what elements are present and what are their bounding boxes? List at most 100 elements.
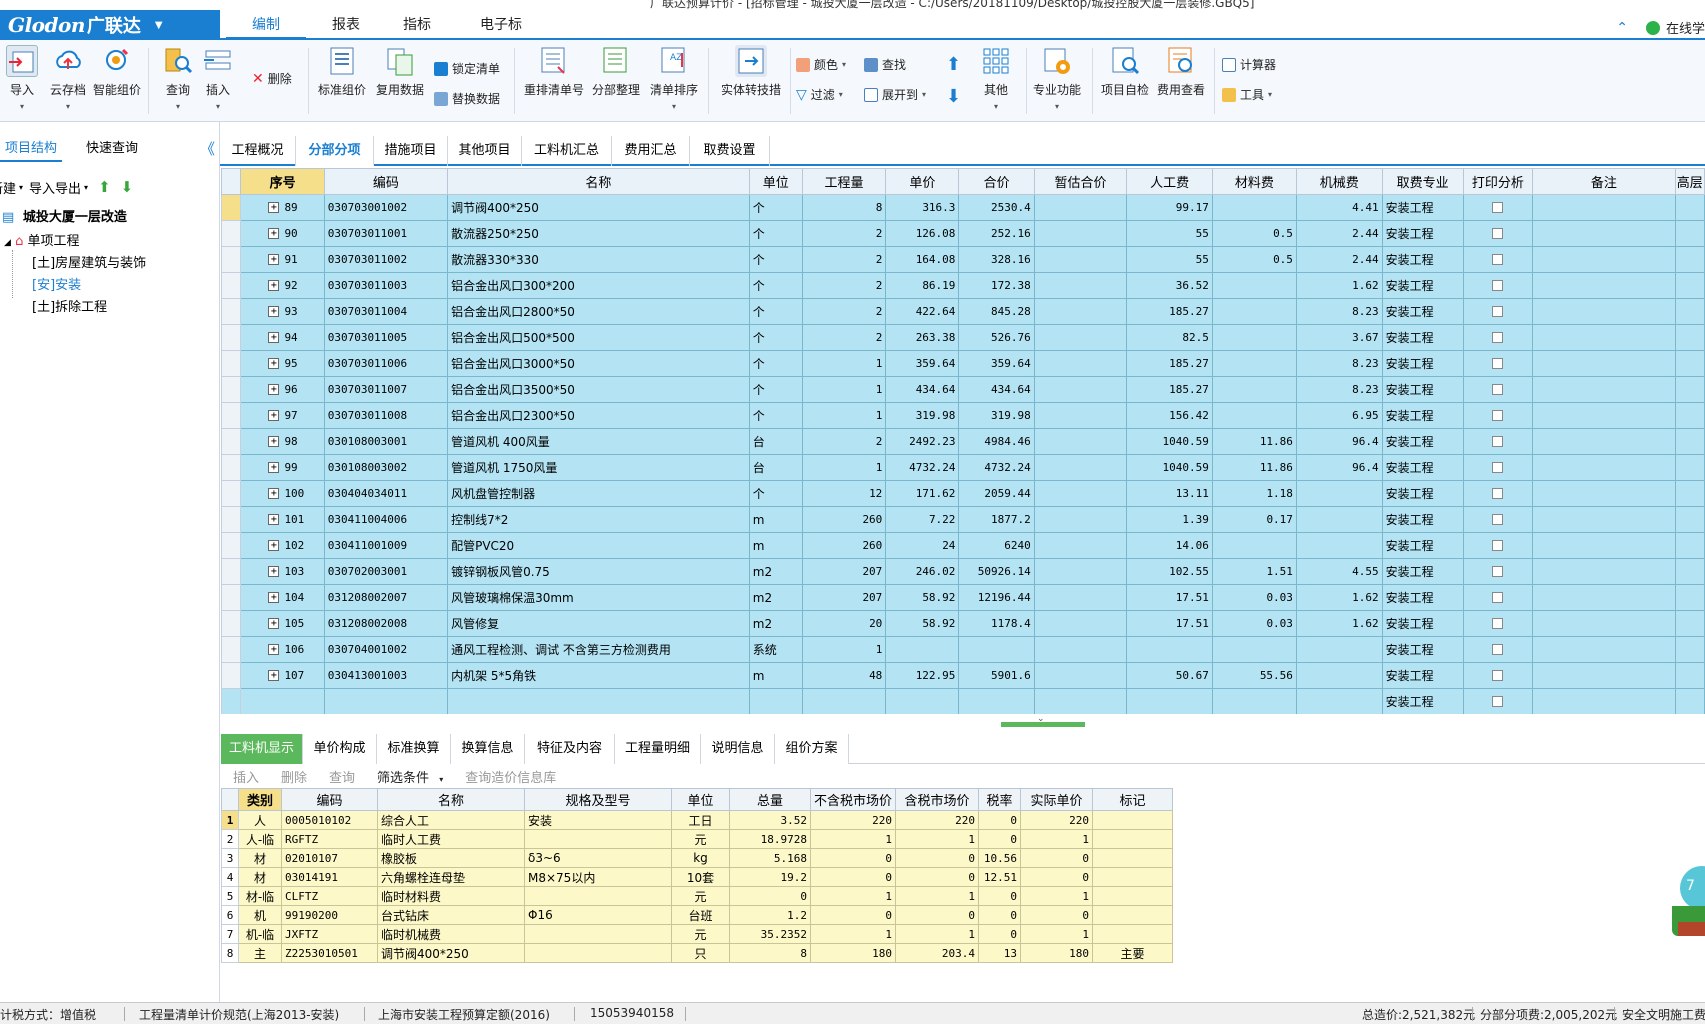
cell-material[interactable] xyxy=(1211,298,1297,325)
cell-actual[interactable]: 220 xyxy=(1020,810,1093,830)
cell-qty[interactable]: 2 xyxy=(801,298,887,325)
cell-spec[interactable]: 安装工程 xyxy=(1381,662,1464,689)
expand-plus-icon[interactable]: + xyxy=(268,566,280,577)
table-row[interactable]: +91 030703011002 散流器330*330 个 2 164.08 328.16 5… xyxy=(221,246,1705,273)
cell-code[interactable]: 030413001003 xyxy=(323,662,449,689)
cell-price[interactable]: 263.38 xyxy=(885,324,960,351)
tab-quick-query[interactable]: 快速查询 xyxy=(76,136,148,162)
row-indicator[interactable] xyxy=(221,610,242,637)
cell-est[interactable] xyxy=(1033,636,1128,663)
cell-highrise[interactable] xyxy=(1674,350,1705,377)
cell-cat[interactable]: 材 xyxy=(238,867,282,887)
cell-code[interactable]: 030703011006 xyxy=(323,350,449,377)
cell-highrise[interactable] xyxy=(1674,194,1705,221)
cell-machine[interactable]: 1.62 xyxy=(1295,272,1383,299)
cell-total[interactable]: 50926.14 xyxy=(958,558,1035,585)
tab-material-summary[interactable]: 工料机汇总 xyxy=(522,136,612,166)
cell-print[interactable] xyxy=(1462,454,1534,481)
cell-unit[interactable]: 个 xyxy=(748,480,803,507)
col-fee-spec[interactable]: 取费专业 xyxy=(1381,168,1464,195)
print-checkbox[interactable] xyxy=(1492,670,1504,681)
cell-est[interactable] xyxy=(1033,506,1128,533)
col-print[interactable]: 打印分析 xyxy=(1462,168,1534,195)
cell-est[interactable] xyxy=(1033,662,1128,689)
cell-seq[interactable]: +93 xyxy=(240,298,325,325)
col-price[interactable]: 单价 xyxy=(885,168,960,195)
table-row[interactable]: +101 030411004006 控制线7*2 m 260 7.22 1877.2 1.39… xyxy=(221,506,1705,533)
cell-remark[interactable] xyxy=(1532,220,1676,247)
cell-est[interactable] xyxy=(1033,220,1128,247)
cell-p1[interactable]: 220 xyxy=(810,810,896,830)
cell-name[interactable]: 铝合金出风口3500*50 xyxy=(447,376,750,403)
cell-code[interactable]: 030702003001 xyxy=(323,558,449,585)
cell-total[interactable]: 319.98 xyxy=(958,402,1035,429)
cell-print[interactable] xyxy=(1462,584,1534,611)
cell-code[interactable]: 030411004006 xyxy=(323,506,449,533)
print-checkbox[interactable] xyxy=(1492,696,1504,707)
panel-splitter[interactable]: ⌄ xyxy=(221,714,1705,728)
cell-remark[interactable] xyxy=(1532,194,1676,221)
cell-material[interactable]: 0.03 xyxy=(1211,584,1297,611)
cell-price[interactable]: 86.19 xyxy=(885,272,960,299)
cell-name[interactable]: 六角螺栓连母垫 xyxy=(377,867,525,887)
cell-machine[interactable] xyxy=(1295,532,1383,559)
cell-print[interactable] xyxy=(1462,480,1534,507)
cell-name[interactable]: 散流器250*250 xyxy=(447,220,750,247)
cell-mark[interactable] xyxy=(1092,886,1173,906)
section-tidy-button[interactable]: 分部整理 xyxy=(586,45,646,98)
cell-p1[interactable]: 0 xyxy=(810,905,896,925)
table-row[interactable]: +102 030411001009 配管PVC20 m 260 24 6240 14.06 安装… xyxy=(221,532,1705,559)
table-row[interactable]: +107 030413001003 内机架 5*5角铁 m 48 122.95 5901.6… xyxy=(221,662,1705,689)
cell-unit[interactable]: 台 xyxy=(748,454,803,481)
cell-spec[interactable]: 安装工程 xyxy=(1381,636,1464,663)
cell-p1[interactable]: 1 xyxy=(810,886,896,906)
cell-total[interactable]: 1178.4 xyxy=(958,610,1035,637)
cell-qty[interactable]: 207 xyxy=(801,584,887,611)
cell-qty[interactable]: 1 xyxy=(801,350,887,377)
cell-total[interactable]: 359.64 xyxy=(958,350,1035,377)
cell-price[interactable]: 246.02 xyxy=(885,558,960,585)
cell-unit[interactable]: 元 xyxy=(671,886,730,906)
cell-seq[interactable]: +107 xyxy=(240,662,325,689)
col-qty[interactable]: 工程量 xyxy=(801,168,887,195)
cell-cat[interactable]: 机-临 xyxy=(238,924,282,944)
cell-seq[interactable]: +90 xyxy=(240,220,325,247)
cell-seq[interactable]: +97 xyxy=(240,402,325,429)
expand-plus-icon[interactable]: + xyxy=(268,332,280,343)
cell-remark[interactable] xyxy=(1532,324,1676,351)
arrow-down-icon[interactable]: ⬇ xyxy=(121,178,134,196)
cell-machine[interactable] xyxy=(1295,662,1383,689)
expand-plus-icon[interactable]: + xyxy=(268,306,280,317)
cell-highrise[interactable] xyxy=(1674,246,1705,273)
col-unit[interactable]: 单位 xyxy=(671,788,730,811)
col-name[interactable]: 名称 xyxy=(447,168,750,195)
cell-price[interactable]: 24 xyxy=(885,532,960,559)
tab-project-overview[interactable]: 工程概况 xyxy=(220,136,296,166)
cell-p1[interactable]: 1 xyxy=(810,829,896,849)
col-name[interactable]: 名称 xyxy=(377,788,525,811)
expand-plus-icon[interactable]: + xyxy=(268,514,280,525)
specialty-function-button[interactable]: 专业功能 ▾ xyxy=(1024,45,1090,112)
material-row[interactable]: 3 材 02010107 橡胶板 δ3~6 kg 5.168 0 0 10.56 0 xyxy=(221,848,1173,868)
cell-seq[interactable]: +102 xyxy=(240,532,325,559)
cell-unit[interactable]: 只 xyxy=(671,943,730,963)
query-button[interactable]: 查询 xyxy=(329,767,355,786)
cell-unit[interactable]: m2 xyxy=(748,558,803,585)
cell-price[interactable] xyxy=(885,636,960,663)
table-row[interactable]: +100 030404034011 风机盘管控制器个 12 171.62 2059.44 1… xyxy=(221,480,1705,507)
cell-unit[interactable]: 个 xyxy=(748,272,803,299)
tab-quantity-detail[interactable]: 工程量明细 xyxy=(615,734,701,764)
cell-highrise[interactable] xyxy=(1674,584,1705,611)
cell-price[interactable]: 2492.23 xyxy=(885,428,960,455)
list-sort-button[interactable]: AZ 清单排序 ▾ xyxy=(644,45,704,112)
cell-name[interactable]: 控制线7*2 xyxy=(447,506,750,533)
cell-remark[interactable] xyxy=(1532,376,1676,403)
row-indicator[interactable] xyxy=(221,298,242,325)
col-price-incl-tax[interactable]: 含税市场价 xyxy=(895,788,979,811)
table-row-empty[interactable]: 安装工程 xyxy=(221,688,1705,714)
tab-features[interactable]: 特征及内容 xyxy=(525,734,615,764)
cell-name[interactable]: 铝合金出风口2300*50 xyxy=(447,402,750,429)
col-spec[interactable]: 规格及型号 xyxy=(524,788,672,811)
cell-highrise[interactable] xyxy=(1674,558,1705,585)
cell-seq[interactable]: +104 xyxy=(240,584,325,611)
